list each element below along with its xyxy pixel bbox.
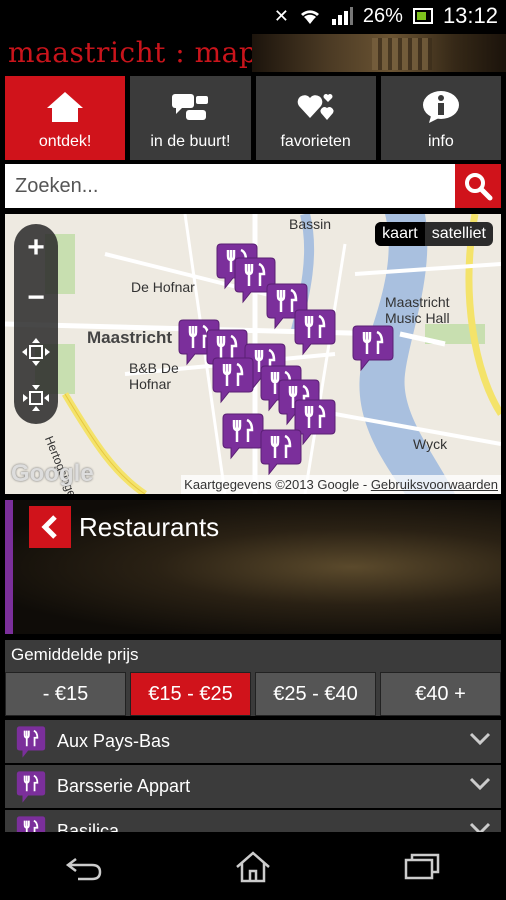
- app-logo: maastricht : map: [8, 36, 258, 69]
- header-photo: [252, 34, 506, 72]
- system-nav-bar: [0, 832, 506, 900]
- hearts-icon: [297, 94, 334, 120]
- restaurant-pin-icon[interactable]: [349, 324, 397, 372]
- back-icon[interactable]: [64, 851, 104, 881]
- zoom-in-button[interactable]: +: [14, 226, 58, 270]
- list-item[interactable]: Basilica: [5, 810, 501, 832]
- search-input[interactable]: [5, 164, 455, 208]
- restaurant-name: Basilica: [57, 821, 120, 832]
- home-nav-icon[interactable]: [233, 849, 273, 883]
- price-option-25-40[interactable]: €25 - €40: [255, 672, 376, 716]
- category-title: Restaurants: [79, 512, 220, 542]
- map-view[interactable]: Bassin De Hofnar Maastricht B&B De Hofna…: [5, 214, 501, 494]
- pan-control-icon[interactable]: [14, 330, 58, 374]
- map-type-satelliet[interactable]: satelliet: [425, 222, 493, 246]
- chevron-left-icon: [41, 515, 57, 539]
- chevron-down-icon: [469, 777, 491, 791]
- map-zoom-control: + −: [14, 224, 58, 424]
- restaurant-pin-icon[interactable]: [291, 308, 339, 356]
- restaurant-list: Aux Pays-Bas Barsserie Appart Basilica: [5, 720, 501, 832]
- map-label-maastricht: Maastricht: [87, 328, 173, 347]
- home-icon: [47, 92, 84, 122]
- chevron-down-icon: [469, 822, 491, 832]
- category-banner: Restaurants: [5, 500, 501, 634]
- price-filter: Gemiddelde prijs - €15 €15 - €25 €25 - €…: [5, 640, 501, 716]
- signal-icon: [331, 7, 353, 25]
- restaurant-pin-icon[interactable]: [257, 428, 305, 476]
- tab-label: ontdek!: [38, 133, 92, 150]
- tab-label: in de buurt!: [150, 133, 231, 150]
- map-label-wyck: Wyck: [413, 436, 448, 452]
- search-button[interactable]: [455, 164, 501, 208]
- restaurant-name: Aux Pays-Bas: [57, 731, 171, 751]
- search-icon: [465, 173, 493, 201]
- nfc-icon: ✕: [273, 5, 289, 26]
- tab-favorieten[interactable]: favorieten: [255, 76, 376, 160]
- google-logo: Google: [11, 460, 94, 487]
- map-attribution: Kaartgegevens ©2013 Google - Gebruiksvoo…: [181, 475, 501, 494]
- list-item[interactable]: Aux Pays-Bas: [5, 720, 501, 763]
- battery-percent: 26%: [362, 4, 403, 27]
- tab-label: favorieten: [280, 133, 351, 150]
- price-filter-label: Gemiddelde prijs: [11, 645, 139, 664]
- tab-in-de-buurt[interactable]: in de buurt!: [130, 76, 251, 160]
- info-icon: [422, 91, 459, 123]
- attribution-text: Kaartgegevens ©2013 Google -: [184, 477, 371, 492]
- wifi-icon: [300, 10, 319, 24]
- back-button[interactable]: [29, 506, 71, 548]
- price-option-under-15[interactable]: - €15: [5, 672, 126, 716]
- restaurant-icon: [16, 725, 46, 758]
- fit-bounds-icon[interactable]: [14, 376, 58, 420]
- tab-label: info: [427, 133, 454, 150]
- restaurant-icon: [16, 815, 46, 832]
- chat-icon: [172, 94, 209, 120]
- restaurant-name: Barsserie Appart: [57, 776, 191, 796]
- map-label-bassin: Bassin: [289, 216, 332, 232]
- tab-info[interactable]: info: [380, 76, 501, 160]
- status-bar: ✕ 26% 13:12: [0, 0, 506, 32]
- price-option-over-40[interactable]: €40 +: [380, 672, 501, 716]
- restaurant-pin-icon[interactable]: [209, 356, 257, 404]
- chevron-down-icon: [469, 732, 491, 746]
- clock: 13:12: [442, 3, 498, 28]
- map-type-kaart[interactable]: kaart: [375, 222, 425, 246]
- map-label-de-hofnar: De Hofnar: [131, 279, 195, 295]
- search-bar: [5, 164, 501, 208]
- battery-icon: [412, 8, 433, 24]
- map-type-toggle: kaart satelliet: [375, 222, 493, 246]
- app-header: maastricht : map: [0, 32, 506, 74]
- list-item[interactable]: Barsserie Appart: [5, 765, 501, 808]
- price-option-15-25[interactable]: €15 - €25: [130, 672, 251, 716]
- tab-ontdek[interactable]: ontdek!: [5, 76, 126, 160]
- recent-apps-icon[interactable]: [402, 851, 442, 881]
- main-tabs: ontdek! in de buurt! favorieten info: [5, 76, 501, 160]
- map-label-music-hall: Maastricht Music Hall: [385, 294, 450, 326]
- category-accent-bar: [5, 500, 13, 634]
- restaurant-icon: [16, 770, 46, 803]
- zoom-out-button[interactable]: −: [14, 276, 58, 320]
- terms-link[interactable]: Gebruiksvoorwaarden: [371, 477, 498, 492]
